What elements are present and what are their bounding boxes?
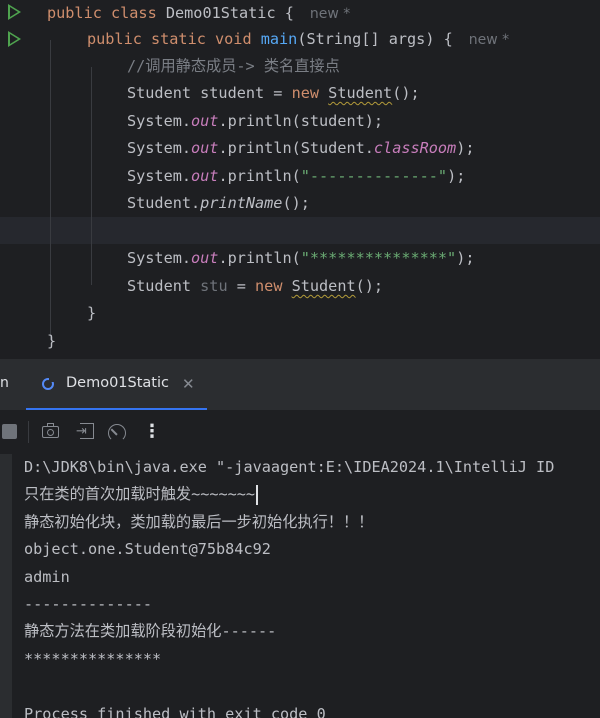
code-text: System. (127, 112, 192, 130)
console-line: 只在类的首次加载时触发~~~~~~~ (24, 481, 259, 508)
static-field: out (191, 249, 219, 267)
code-line: Student.printName(); (0, 190, 600, 217)
class-name: Demo01Static (165, 4, 276, 22)
code-text: Student. (127, 194, 201, 212)
text-caret (256, 484, 259, 505)
code-text: .println(student); (218, 112, 384, 130)
code-text: Student (127, 277, 201, 295)
code-text: ); (456, 249, 475, 267)
console-gutter (0, 454, 12, 718)
console-line: D:\JDK8\bin\java.exe "-javaagent:E:\IDEA… (24, 458, 555, 476)
console-line-text: 只在类的首次加载时触发~~~~~~~ (24, 485, 256, 504)
gauge-icon[interactable] (108, 422, 126, 442)
unused-variable: stu (200, 277, 228, 295)
code-vision-hint[interactable]: new * (310, 6, 350, 22)
more-icon[interactable]: ⋮ (143, 419, 161, 445)
tab-demo01static[interactable]: Demo01Static ✕ (26, 359, 207, 411)
console-line: 静态方法在类加载阶段初始化------ (24, 622, 277, 641)
code-line: System.out.println(student); (0, 108, 600, 135)
camera-icon[interactable] (42, 422, 60, 440)
constructor-call: Student (291, 277, 356, 295)
code-line: public static void main(String[] args) {… (0, 26, 600, 53)
tab-run-icon (42, 375, 56, 390)
toolbar-divider (28, 421, 29, 443)
tool-window-title: n (0, 375, 9, 391)
close-icon[interactable]: ✕ (182, 375, 195, 393)
static-method: printName (200, 194, 283, 212)
code-text: = (227, 277, 256, 295)
static-field: classRoom (373, 139, 457, 157)
console-line: -------------- (24, 595, 153, 613)
code-text: System. (127, 139, 192, 157)
code-line: Student student = new Student(); (0, 80, 600, 107)
code-text: (); (392, 84, 420, 102)
closing-brace: } (47, 332, 57, 350)
static-field: out (191, 167, 219, 185)
current-line-highlight (0, 217, 600, 244)
run-toolbar: ⇥ ⋮ (0, 410, 600, 454)
code-line: Student stu = new Student(); (0, 273, 600, 300)
method-name: main (260, 30, 298, 48)
console-output[interactable]: D:\JDK8\bin\java.exe "-javaagent:E:\IDEA… (0, 454, 600, 718)
keyword: public static void (87, 30, 261, 48)
code-line: System.out.println("--------------"); (0, 163, 600, 190)
code-line: public class Demo01Static { new * (0, 0, 600, 27)
static-field: out (191, 139, 219, 157)
code-text: (String[] args) { (297, 30, 453, 48)
string-literal: "***************" (300, 249, 457, 267)
console-line: admin (24, 567, 70, 586)
code-text: System. (127, 167, 192, 185)
code-vision-hint[interactable]: new * (469, 32, 509, 48)
code-text: { (275, 4, 294, 22)
console-line: Process finished with exit code 0 (24, 704, 326, 718)
exit-icon[interactable]: ⇥ (76, 422, 95, 440)
console-line: object.one.Student@75b84c92 (24, 540, 271, 559)
constructor-call: Student (328, 84, 393, 102)
console-line: *************** (24, 649, 162, 668)
code-editor[interactable]: public class Demo01Static { new * public … (0, 0, 600, 358)
code-text: Student student = (127, 84, 292, 102)
tab-label: Demo01Static (66, 375, 169, 391)
code-text: .println( (218, 167, 301, 185)
code-text: (); (282, 194, 310, 212)
console-line: 静态初始化块，类加载的最后一步初始化执行！！！ (24, 512, 374, 531)
code-text: System. (127, 249, 192, 267)
keyword: new (255, 277, 292, 295)
keyword: public class (47, 4, 166, 22)
code-line: //调用静态成员-> 类名直接点 (0, 53, 600, 80)
static-field: out (191, 112, 219, 130)
closing-brace: } (87, 304, 97, 322)
code-text: (); (355, 277, 384, 295)
code-text: .println( (218, 249, 301, 267)
code-text: ); (456, 139, 475, 157)
code-text: ); (447, 167, 466, 185)
stop-icon[interactable] (2, 424, 17, 439)
code-line: System.out.println(Student.classRoom); (0, 135, 600, 162)
code-line: } (0, 328, 600, 355)
code-text: .println(Student. (218, 139, 374, 157)
code-line: System.out.println("***************"); (0, 245, 600, 272)
string-literal: "--------------" (300, 167, 448, 185)
code-line: } (0, 300, 600, 327)
run-tool-window-header: n Demo01Static ✕ (0, 358, 600, 411)
keyword: new (291, 84, 329, 102)
comment: //调用静态成员-> 类名直接点 (127, 57, 340, 75)
